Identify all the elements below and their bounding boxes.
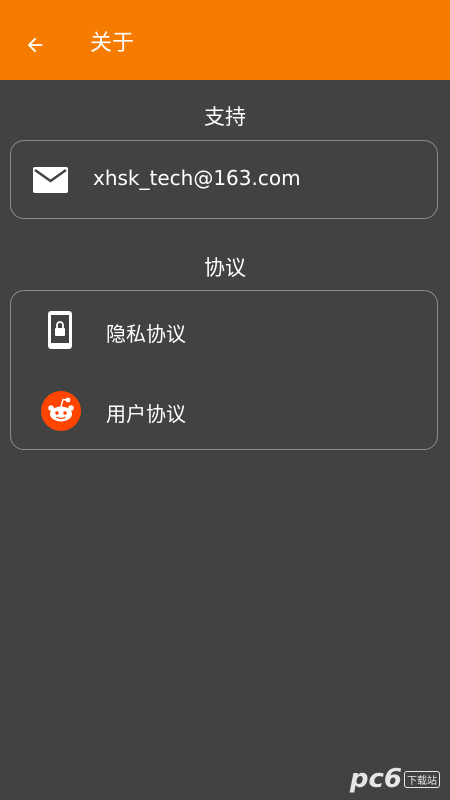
arrow-left-icon [27, 37, 43, 53]
app-bar: 关于 [0, 0, 450, 80]
agreements-card: 隐私协议 用户协议 [10, 290, 438, 450]
email-row[interactable]: xhsk_tech@163.com [11, 141, 437, 218]
user-agreement-row[interactable]: 用户协议 [11, 371, 437, 449]
email-address[interactable]: xhsk_tech@163.com [93, 166, 301, 190]
page-title: 关于 [90, 31, 135, 56]
reddit-icon [41, 391, 81, 431]
reddit-icon [41, 371, 42, 372]
support-card: xhsk_tech@163.com [10, 140, 438, 219]
privacy-agreement-label: 隐私协议 [106, 322, 186, 346]
watermark-text: pc6 [349, 764, 402, 794]
user-agreement-label: 用户协议 [106, 402, 186, 426]
agreements-heading: 协议 [204, 256, 246, 280]
phone-lock-icon [48, 311, 72, 349]
watermark-tag: 下载站 [404, 771, 440, 788]
privacy-agreement-row[interactable]: 隐私协议 [11, 291, 437, 371]
watermark-logo: pc6 下载站 [350, 764, 440, 794]
mail-icon [33, 167, 68, 193]
support-heading: 支持 [204, 105, 246, 129]
back-button[interactable] [18, 28, 52, 62]
